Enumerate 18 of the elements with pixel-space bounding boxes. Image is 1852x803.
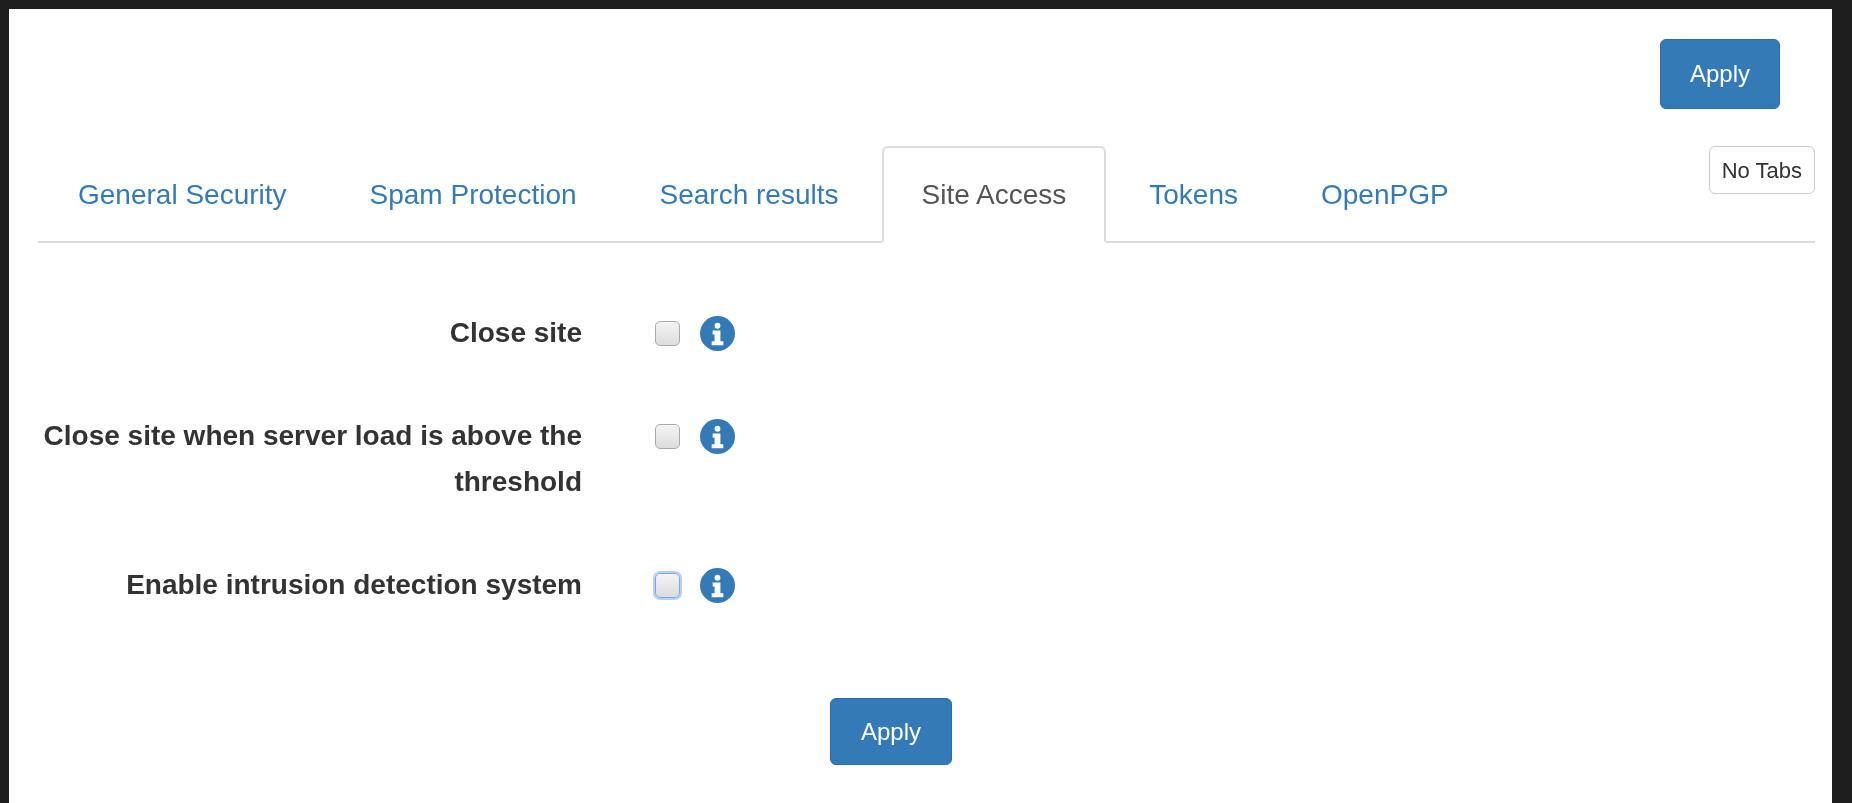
tab[interactable]: Site Access xyxy=(881,146,1107,243)
setting-label: Enable intrusion detection system xyxy=(125,568,582,602)
checkbox[interactable] xyxy=(655,572,680,598)
apply-button[interactable]: Apply xyxy=(1660,39,1780,109)
apply-button[interactable]: Apply xyxy=(830,698,952,765)
checkbox[interactable] xyxy=(655,423,680,449)
tab[interactable]: Search results xyxy=(619,146,879,243)
tab[interactable]: OpenPGP xyxy=(1280,146,1489,243)
tab[interactable]: General Security xyxy=(38,146,327,243)
info-icon[interactable] xyxy=(700,567,735,603)
tab[interactable]: Spam Protection xyxy=(329,146,617,243)
setting-label: Close site when server load is above the threshold xyxy=(42,419,582,499)
checkbox[interactable] xyxy=(655,320,680,346)
no-tabs-button[interactable]: No Tabs xyxy=(1708,146,1815,194)
info-icon[interactable] xyxy=(700,315,735,351)
info-icon[interactable] xyxy=(700,418,735,454)
tab[interactable]: Tokens xyxy=(1109,146,1278,243)
setting-label: Close site xyxy=(448,316,582,350)
